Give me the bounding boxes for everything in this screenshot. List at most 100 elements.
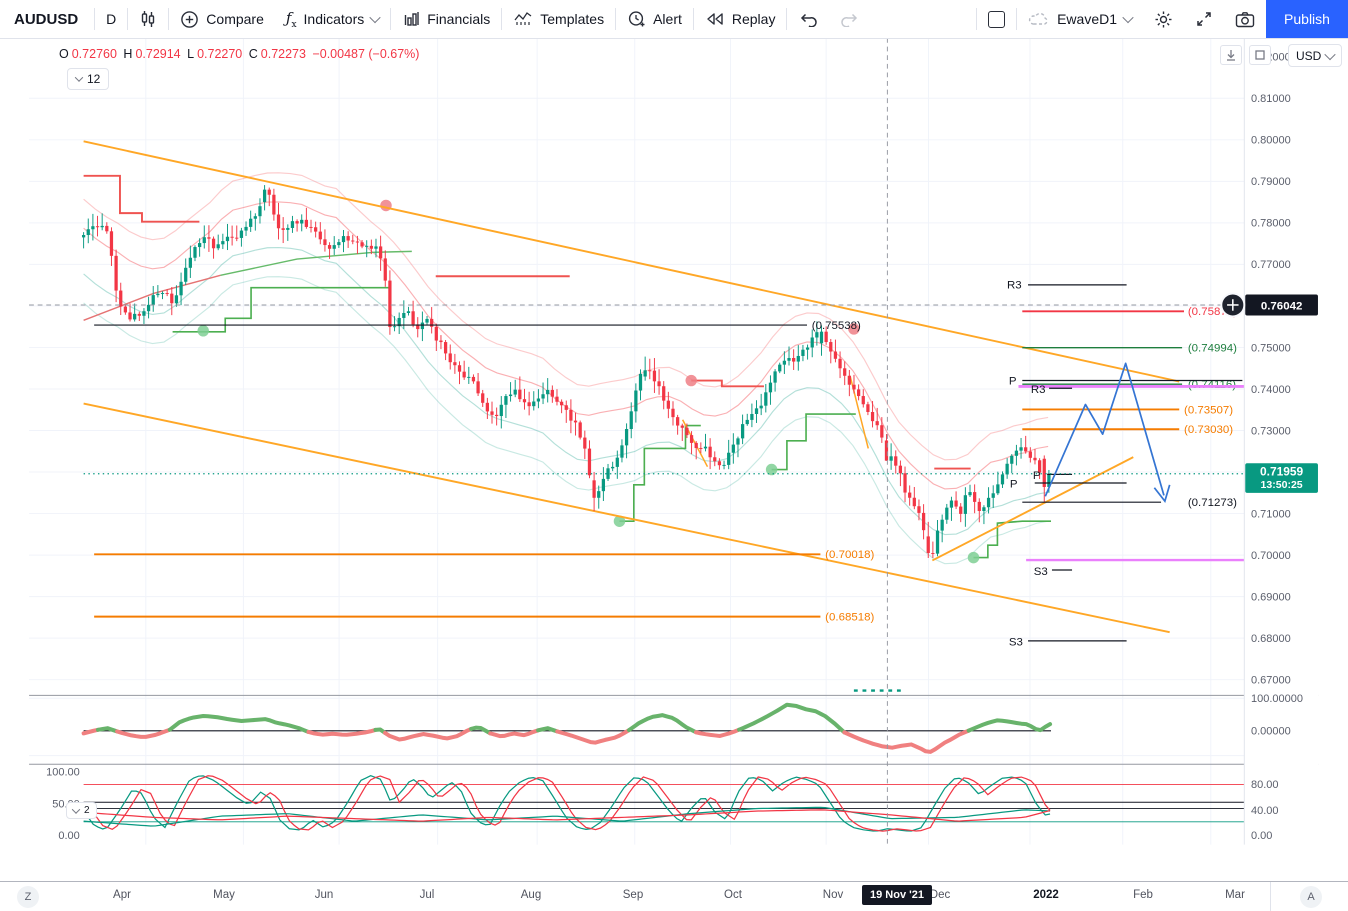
compare-button[interactable]: Compare (169, 0, 275, 38)
pivot-label: R3 (1007, 280, 1022, 292)
candle-body (378, 246, 383, 259)
crosshair-price-label: 0.76042 (1261, 301, 1302, 313)
chart-canvas[interactable]: (0.75871)(0.74994)(0.74116)(0.73507)(0.7… (0, 38, 1348, 881)
pane-maximize-button[interactable] (1249, 45, 1271, 65)
time-axis[interactable]: Apr May Jun Jul Aug Sep Oct Nov Dec 2022 Feb Mar 19 … (0, 881, 1348, 911)
price-tick-label: 0.67000 (1251, 675, 1291, 687)
candle-body (365, 245, 369, 247)
candle-body (861, 396, 865, 405)
candle-body (86, 229, 90, 236)
candle-body (230, 236, 234, 238)
add-order-plus-button[interactable] (1220, 292, 1246, 318)
green-step-line (973, 520, 1052, 559)
level-label: (0.74994) (1188, 343, 1237, 355)
price-tick-label: 0.68000 (1251, 633, 1291, 645)
candle-body (420, 322, 425, 330)
candle-body (100, 225, 104, 228)
candle-body (146, 304, 151, 312)
currency-label: USD (1296, 48, 1322, 63)
financials-button[interactable]: Financials (391, 0, 501, 38)
candle-body (216, 244, 220, 249)
candle-body (550, 389, 554, 397)
wave-oscillator-line (842, 728, 971, 754)
pane-down-button[interactable] (1220, 45, 1242, 65)
candle-body (648, 370, 652, 372)
replay-button[interactable]: Replay (694, 0, 787, 38)
templates-button[interactable]: Templates (502, 0, 615, 38)
candle-body (369, 245, 373, 249)
candle-body (499, 404, 503, 417)
candle-body (722, 464, 726, 466)
auto-scale-button[interactable]: A (1300, 886, 1322, 908)
candle-body (235, 237, 239, 239)
candle-body (880, 425, 884, 438)
candle-body (573, 420, 578, 423)
undo-button[interactable] (787, 0, 829, 38)
price-tick-label: 0.70000 (1251, 550, 1291, 562)
pivot-label: R3 (1031, 384, 1046, 396)
price-tick-label: 0.71000 (1251, 508, 1291, 520)
candle-body (258, 206, 262, 217)
candle-body (931, 553, 935, 554)
trendline[interactable] (83, 140, 1180, 383)
multichart-layout-button[interactable] (977, 0, 1016, 38)
redo-button[interactable] (829, 0, 871, 38)
snapshot-button[interactable] (1224, 0, 1266, 38)
candle-body (917, 506, 921, 513)
maximize-icon (1255, 50, 1265, 60)
candle-body (986, 497, 991, 508)
wave-oscillator-line (737, 702, 847, 735)
candle-body (495, 414, 499, 417)
candle-body (109, 231, 114, 256)
symbol-button[interactable]: AUDUSD (0, 0, 94, 38)
alert-button[interactable]: Alert (616, 0, 693, 38)
indicators-button[interactable]: ƒx Indicators (275, 0, 390, 38)
stoch-collapse-chip[interactable]: 2 (66, 802, 97, 819)
time-axis-label: Aug (520, 889, 542, 901)
templates-icon (513, 10, 533, 28)
candle-body (829, 342, 833, 352)
candle-body (323, 239, 327, 246)
currency-selector[interactable]: USD (1288, 44, 1343, 67)
gear-icon (1154, 10, 1173, 29)
candle-body (532, 401, 536, 407)
indicators-collapse-chip[interactable]: 12 (67, 68, 110, 90)
candle-body (337, 242, 341, 246)
alert-label: Alert (653, 11, 682, 27)
undo-icon (798, 11, 818, 27)
fullscreen-icon (1195, 10, 1213, 28)
red-step-line (83, 174, 200, 223)
candle-body (355, 241, 360, 243)
ohlc-legend: O 0.72760 H 0.72914 L 0.72270 C 0.72273 −0.0… (59, 47, 422, 61)
candle-body (467, 376, 471, 378)
candle-body (652, 370, 657, 382)
candle-body (889, 456, 893, 461)
price-scale-bg (1244, 38, 1319, 845)
candle-body (935, 530, 940, 554)
low-value: 0.72270 (197, 47, 243, 61)
pivot-label: S3 (1034, 566, 1048, 578)
time-axis-label: Apr (113, 889, 131, 901)
zoom-out-button[interactable]: Z (17, 886, 39, 908)
wave-oscillator-line (167, 713, 311, 734)
candle-body (281, 228, 285, 230)
cloud-layout-button[interactable]: EwaveD1 (1017, 0, 1143, 38)
level-label: (0.73030) (1184, 424, 1233, 436)
candle-body (513, 389, 517, 395)
publish-button[interactable]: Publish (1266, 0, 1348, 38)
candle-body (819, 331, 824, 344)
candle-body (485, 402, 489, 412)
stoch-tick-label: 80.00 (1251, 779, 1279, 791)
candle-body (787, 357, 791, 361)
candle-body (128, 312, 132, 320)
candle-body (249, 218, 253, 227)
interval-button[interactable]: D (95, 0, 127, 38)
candle-body (327, 245, 332, 249)
price-tick-label: 0.75000 (1251, 342, 1291, 354)
financials-bars-icon (402, 10, 420, 28)
candle-body (624, 429, 629, 446)
fullscreen-button[interactable] (1184, 0, 1224, 38)
chart-style-button[interactable] (128, 0, 168, 38)
settings-button[interactable] (1143, 0, 1184, 38)
fx-icon: ƒx (285, 8, 297, 30)
